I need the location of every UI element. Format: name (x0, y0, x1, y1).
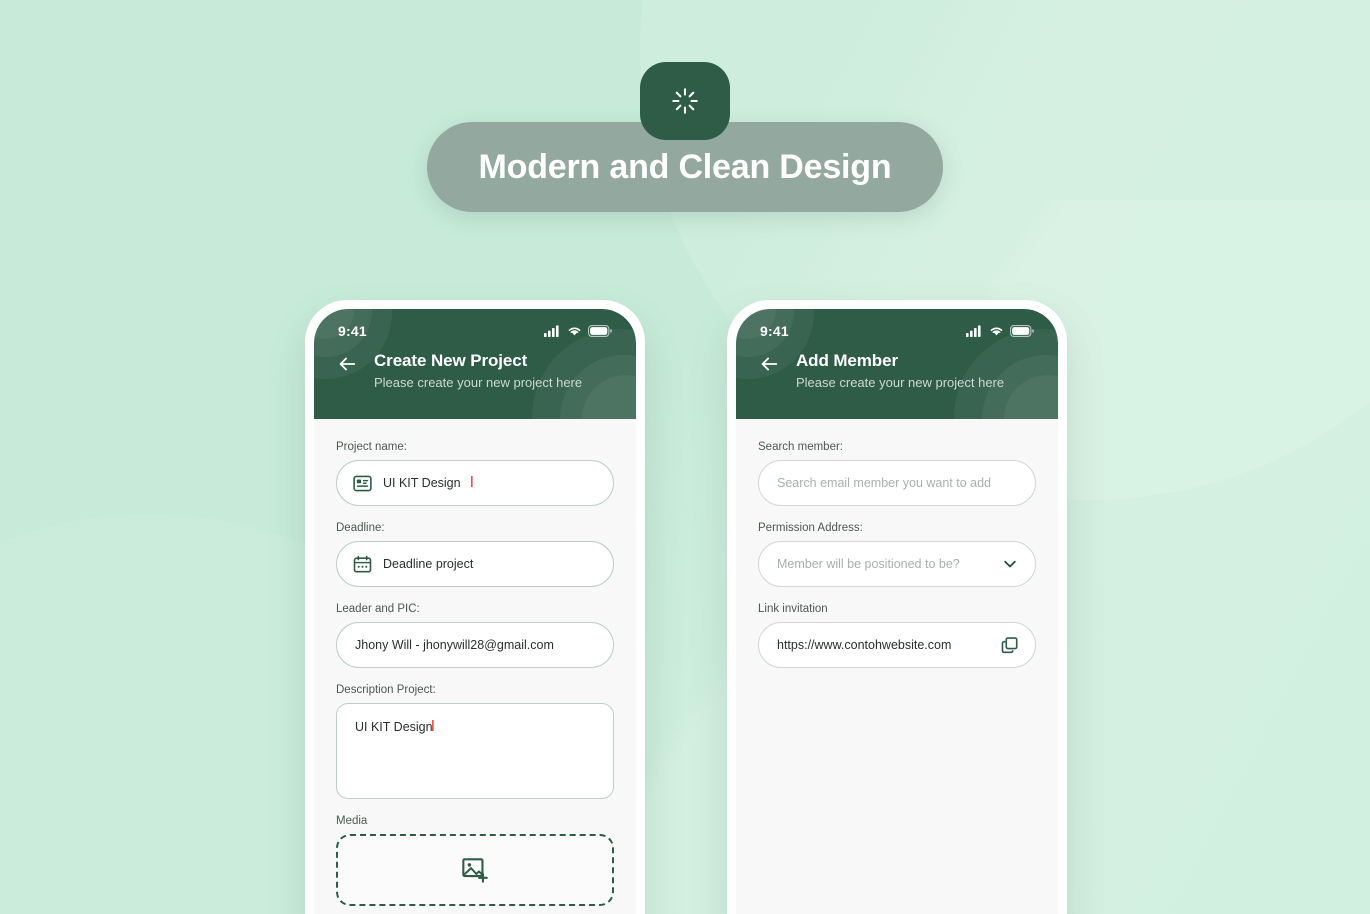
banner-icon-chip (640, 62, 730, 140)
field-search-member: Search member: Search email member you w… (758, 441, 1036, 506)
search-member-placeholder: Search email member you want to add (777, 476, 991, 490)
app-header: 9:41 (314, 309, 636, 419)
search-member-input[interactable]: Search email member you want to add (758, 460, 1036, 506)
description-textarea[interactable]: UI KIT DesignI (336, 703, 614, 799)
field-link-invitation: Link invitation https://www.contohwebsit… (758, 603, 1036, 668)
field-label: Permission Address: (758, 522, 863, 534)
chevron-down-icon[interactable] (1001, 555, 1019, 573)
cellular-signal-icon (966, 325, 981, 337)
page-title: Add Member (796, 351, 898, 370)
header-title-row: Add Member Please create your new projec… (736, 339, 1058, 390)
status-bar-icons (544, 325, 612, 337)
field-leader-pic: Leader and PIC: Jhony Will - jhonywill28… (336, 603, 614, 668)
app-header: 9:41 (736, 309, 1058, 419)
field-deadline: Deadline: Deadline project (336, 522, 614, 587)
field-label: Media (336, 815, 368, 827)
link-invitation-input[interactable]: https://www.contohwebsite.com (758, 622, 1036, 668)
form-body: Project name: UI KIT DesignI Deadline: (314, 419, 636, 906)
form-body: Search member: Search email member you w… (736, 419, 1058, 668)
leader-pic-value: Jhony Will - jhonywill28@gmail.com (355, 638, 554, 652)
field-label: Leader and PIC: (336, 603, 420, 615)
field-label: Link invitation (758, 603, 828, 615)
link-invitation-value: https://www.contohwebsite.com (777, 638, 952, 652)
phone-mockup-create-project: 9:41 Create New Project Please create yo… (305, 300, 645, 914)
field-media: Media (336, 815, 614, 906)
add-image-icon (462, 858, 488, 883)
status-bar-icons (966, 325, 1034, 337)
wifi-icon (990, 327, 1003, 336)
back-arrow-icon[interactable] (758, 353, 780, 375)
field-label: Deadline: (336, 522, 385, 534)
back-arrow-icon[interactable] (336, 353, 358, 375)
field-label: Description Project: (336, 684, 436, 696)
phone-screen: 9:41 (736, 309, 1058, 914)
status-bar-clock: 9:41 (338, 323, 367, 339)
banner: Modern and Clean Design (0, 62, 1370, 212)
phone-screen: 9:41 (314, 309, 636, 914)
leader-pic-input[interactable]: Jhony Will - jhonywill28@gmail.com (336, 622, 614, 668)
field-description: Description Project: UI KIT DesignI (336, 684, 614, 799)
wifi-icon (568, 327, 581, 336)
field-project-name: Project name: UI KIT Design I (336, 441, 614, 506)
battery-icon (1010, 325, 1034, 337)
text-caret: I (430, 718, 436, 735)
media-upload-dropzone[interactable] (336, 834, 614, 906)
loading-spinner-icon (672, 88, 698, 114)
page-title: Create New Project (374, 351, 528, 370)
status-bar-clock: 9:41 (760, 323, 789, 339)
deadline-placeholder: Deadline project (383, 557, 474, 571)
text-caret: I (469, 474, 475, 491)
header-title-row: Create New Project Please create your ne… (314, 339, 636, 390)
background-diagonal-band (0, 200, 1370, 914)
banner-title: Modern and Clean Design (478, 147, 892, 186)
field-label: Project name: (336, 441, 407, 453)
project-name-input[interactable]: UI KIT Design I (336, 460, 614, 506)
phone-mockup-add-member: 9:41 Add Member Please create your new p… (727, 300, 1067, 914)
field-permission-address: Permission Address: Member will be posit… (758, 522, 1036, 587)
battery-icon (588, 325, 612, 337)
page-subtitle: Please create your new project here (374, 375, 583, 390)
copy-icon[interactable] (1000, 636, 1019, 655)
status-bar: 9:41 (314, 309, 636, 339)
permission-address-placeholder: Member will be positioned to be? (777, 557, 960, 571)
page-subtitle: Please create your new project here (796, 375, 1005, 390)
status-bar: 9:41 (736, 309, 1058, 339)
deadline-input[interactable]: Deadline project (336, 541, 614, 587)
permission-address-select[interactable]: Member will be positioned to be? (758, 541, 1036, 587)
field-label: Search member: (758, 441, 844, 453)
project-name-value: UI KIT Design (383, 476, 461, 490)
calendar-icon (353, 555, 372, 573)
cellular-signal-icon (544, 325, 559, 337)
description-value: UI KIT Design (355, 720, 433, 734)
id-card-icon (353, 475, 372, 491)
